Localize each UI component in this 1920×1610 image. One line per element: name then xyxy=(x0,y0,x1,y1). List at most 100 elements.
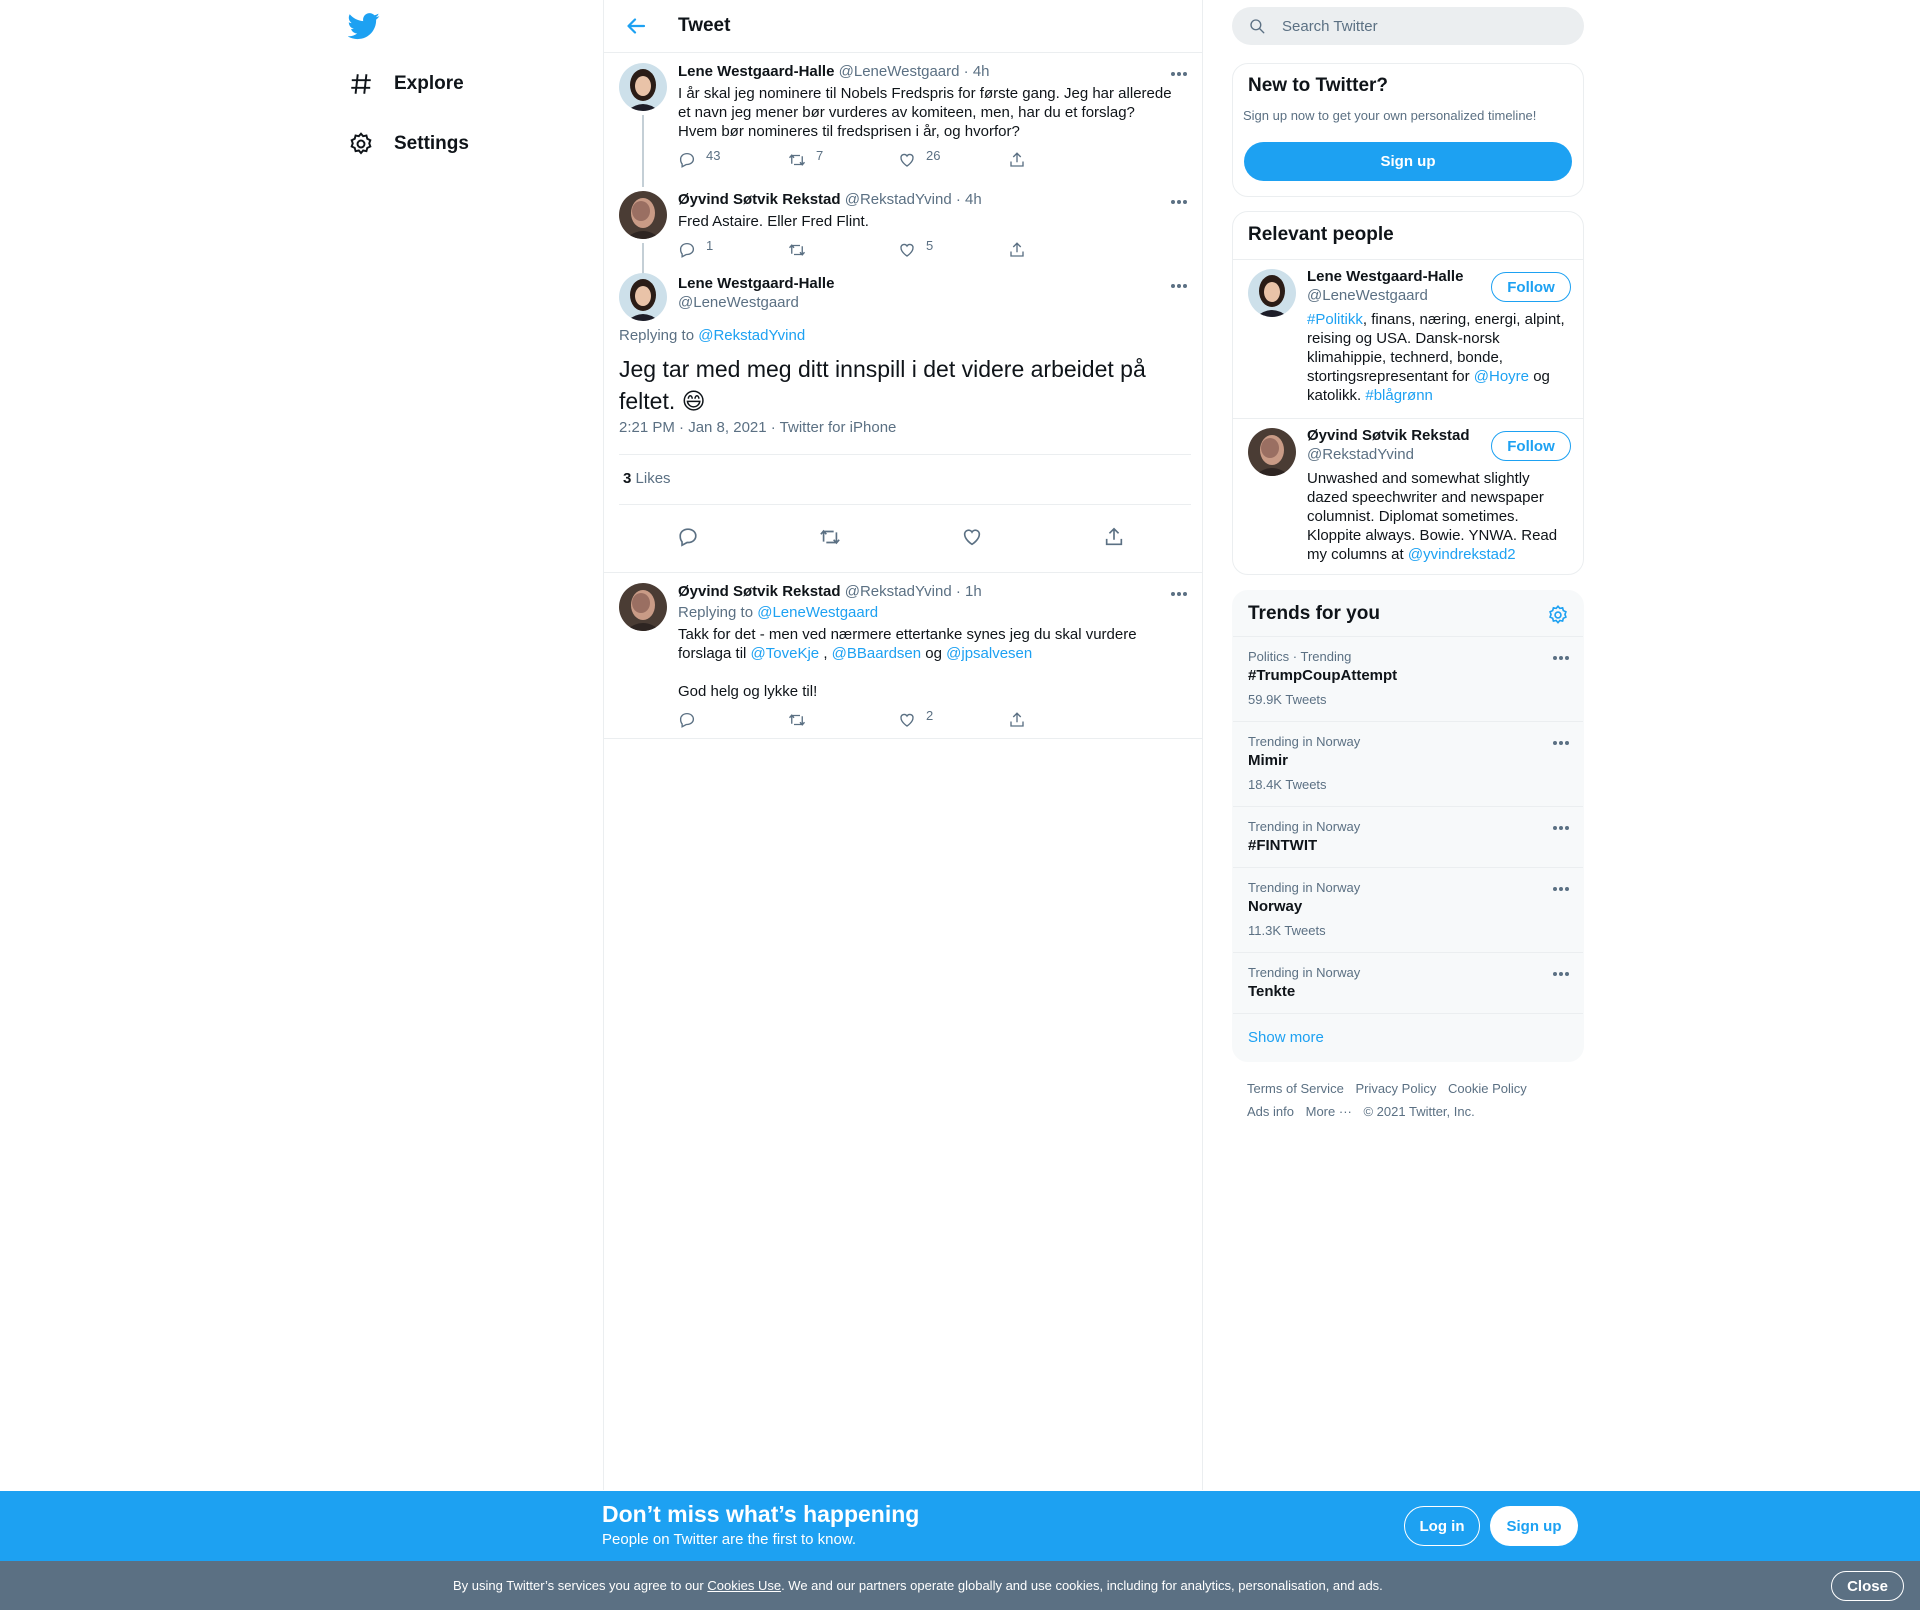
like-button[interactable]: 26 xyxy=(898,148,1008,169)
like-button[interactable]: 5 xyxy=(898,238,1008,259)
show-more-link[interactable]: Show more xyxy=(1248,1029,1324,1046)
retweet-icon xyxy=(788,244,806,256)
tweet-timestamp[interactable]: 2:21 PM · Jan 8, 2021 xyxy=(619,419,767,436)
reply-button[interactable] xyxy=(678,711,788,729)
avatar[interactable] xyxy=(1248,428,1296,476)
avatar[interactable] xyxy=(619,273,667,321)
hashtag-link[interactable]: #blågrønn xyxy=(1365,387,1433,404)
likes-stat[interactable]: 3 Likes xyxy=(623,470,671,487)
more-icon[interactable] xyxy=(1552,971,1570,977)
twitter-logo-icon[interactable] xyxy=(348,10,380,42)
share-button[interactable] xyxy=(1008,241,1118,259)
author-name[interactable]: Lene Westgaard-Halle xyxy=(678,63,834,80)
trend-meta: Trending in Norway xyxy=(1248,819,1361,834)
trend-item[interactable]: Politics · Trending #TrumpCoupAttempt 59… xyxy=(1233,636,1583,721)
more-icon[interactable] xyxy=(1170,71,1188,77)
nav-explore[interactable]: Explore xyxy=(348,64,464,104)
author-handle[interactable]: @RekstadYvind xyxy=(845,191,952,208)
replying-to-link[interactable]: @LeneWestgaard xyxy=(757,604,878,621)
mention-link[interactable]: @Hoyre xyxy=(1474,368,1529,385)
avatar[interactable] xyxy=(619,191,667,239)
search-input[interactable] xyxy=(1282,17,1562,35)
reply-button[interactable]: 43 xyxy=(678,148,788,169)
retweet-button[interactable] xyxy=(788,711,898,729)
gear-icon[interactable] xyxy=(1547,604,1569,626)
more-icon[interactable] xyxy=(1552,825,1570,831)
mention-link[interactable]: @ToveKje xyxy=(751,645,820,662)
person-bio: #Politikk, finans, næring, energi, alpin… xyxy=(1307,310,1573,405)
thread-tweet[interactable]: Lene Westgaard-Halle @LeneWestgaard · 4h… xyxy=(604,53,1202,187)
author-handle[interactable]: @LeneWestgaard xyxy=(839,63,960,80)
tweet-source[interactable]: Twitter for iPhone xyxy=(780,419,897,436)
author-name[interactable]: Øyvind Søtvik Rekstad xyxy=(678,583,841,600)
tweet-header: Øyvind Søtvik Rekstad @RekstadYvind · 4h xyxy=(678,191,982,208)
person-handle[interactable]: @LeneWestgaard xyxy=(1307,287,1428,304)
person-name[interactable]: Lene Westgaard-Halle xyxy=(1307,268,1463,285)
share-button[interactable] xyxy=(1008,711,1118,729)
author-name[interactable]: Lene Westgaard-Halle xyxy=(678,275,834,292)
tweet-time[interactable]: 4h xyxy=(973,63,990,80)
author-handle[interactable]: @RekstadYvind xyxy=(845,583,952,600)
cookies-use-link[interactable]: Cookies Use xyxy=(707,1578,781,1593)
retweet-button[interactable] xyxy=(788,241,898,259)
sign-up-button[interactable]: Sign up xyxy=(1490,1506,1578,1546)
trend-item[interactable]: Trending in Norway Norway 11.3K Tweets xyxy=(1233,867,1583,952)
more-icon[interactable] xyxy=(1170,591,1188,597)
replying-to-link[interactable]: @RekstadYvind xyxy=(698,327,805,344)
author-name[interactable]: Øyvind Søtvik Rekstad xyxy=(678,191,841,208)
nav-settings[interactable]: Settings xyxy=(348,124,469,164)
more-icon[interactable] xyxy=(1170,283,1188,289)
back-arrow-icon[interactable] xyxy=(624,14,648,38)
person-handle[interactable]: @RekstadYvind xyxy=(1307,446,1414,463)
avatar[interactable] xyxy=(619,583,667,631)
like-button[interactable]: 2 xyxy=(898,708,1008,729)
nav-settings-label: Settings xyxy=(394,133,469,154)
more-link[interactable]: More ··· xyxy=(1306,1104,1352,1119)
follow-button[interactable]: Follow xyxy=(1491,431,1571,461)
more-icon[interactable] xyxy=(1170,199,1188,205)
person-item[interactable]: Lene Westgaard-Halle @LeneWestgaard Foll… xyxy=(1233,260,1583,418)
avatar[interactable] xyxy=(1248,269,1296,317)
more-icon[interactable] xyxy=(1552,740,1570,746)
trend-meta: Trending in Norway xyxy=(1248,734,1361,749)
more-icon[interactable] xyxy=(1552,655,1570,661)
heart-icon[interactable] xyxy=(961,526,983,548)
retweet-icon[interactable] xyxy=(819,526,841,548)
cookie-policy-link[interactable]: Cookie Policy xyxy=(1448,1081,1527,1096)
thread-tweet[interactable]: Øyvind Søtvik Rekstad @RekstadYvind · 4h… xyxy=(604,181,1202,275)
mention-link[interactable]: @yvindrekstad2 xyxy=(1408,546,1516,563)
share-icon[interactable] xyxy=(1103,526,1125,548)
tweet-time[interactable]: 4h xyxy=(965,191,982,208)
reply-tweet[interactable]: Øyvind Søtvik Rekstad @RekstadYvind · 1h… xyxy=(604,573,1202,739)
mention-link[interactable]: @jpsalvesen xyxy=(946,645,1032,662)
terms-link[interactable]: Terms of Service xyxy=(1247,1081,1344,1096)
hashtag-link[interactable]: #Politikk xyxy=(1307,311,1363,328)
retweet-button[interactable]: 7 xyxy=(788,148,898,169)
trend-item[interactable]: Trending in Norway Mimir 18.4K Tweets xyxy=(1233,721,1583,806)
author-handle[interactable]: @LeneWestgaard xyxy=(678,294,799,311)
close-button[interactable]: Close xyxy=(1831,1571,1904,1601)
follow-button[interactable]: Follow xyxy=(1491,272,1571,302)
mention-link[interactable]: @BBaardsen xyxy=(832,645,921,662)
like-count: 5 xyxy=(926,238,934,253)
more-icon[interactable] xyxy=(1552,886,1570,892)
tweet-time[interactable]: 1h xyxy=(965,583,982,600)
trend-item[interactable]: Trending in Norway Tenkte xyxy=(1233,952,1583,1013)
sign-up-button[interactable]: Sign up xyxy=(1244,142,1572,181)
search-bar[interactable] xyxy=(1232,7,1584,45)
reply-icon xyxy=(679,712,695,728)
ads-info-link[interactable]: Ads info xyxy=(1247,1104,1294,1119)
privacy-link[interactable]: Privacy Policy xyxy=(1355,1081,1436,1096)
gear-icon xyxy=(350,132,372,155)
trend-item[interactable]: Trending in Norway #FINTWIT xyxy=(1233,806,1583,867)
tweet-header: Lene Westgaard-Halle @LeneWestgaard · 4h xyxy=(678,63,990,80)
share-button[interactable] xyxy=(1008,151,1118,169)
log-in-button[interactable]: Log in xyxy=(1404,1506,1480,1546)
avatar-lene-icon xyxy=(1248,269,1296,317)
reply-button[interactable]: 1 xyxy=(678,238,788,259)
person-name[interactable]: Øyvind Søtvik Rekstad xyxy=(1307,427,1470,444)
reply-icon[interactable] xyxy=(677,526,699,548)
card-title: Relevant people xyxy=(1248,224,1394,245)
person-item[interactable]: Øyvind Søtvik Rekstad @RekstadYvind Foll… xyxy=(1233,419,1583,574)
avatar[interactable] xyxy=(619,63,667,111)
